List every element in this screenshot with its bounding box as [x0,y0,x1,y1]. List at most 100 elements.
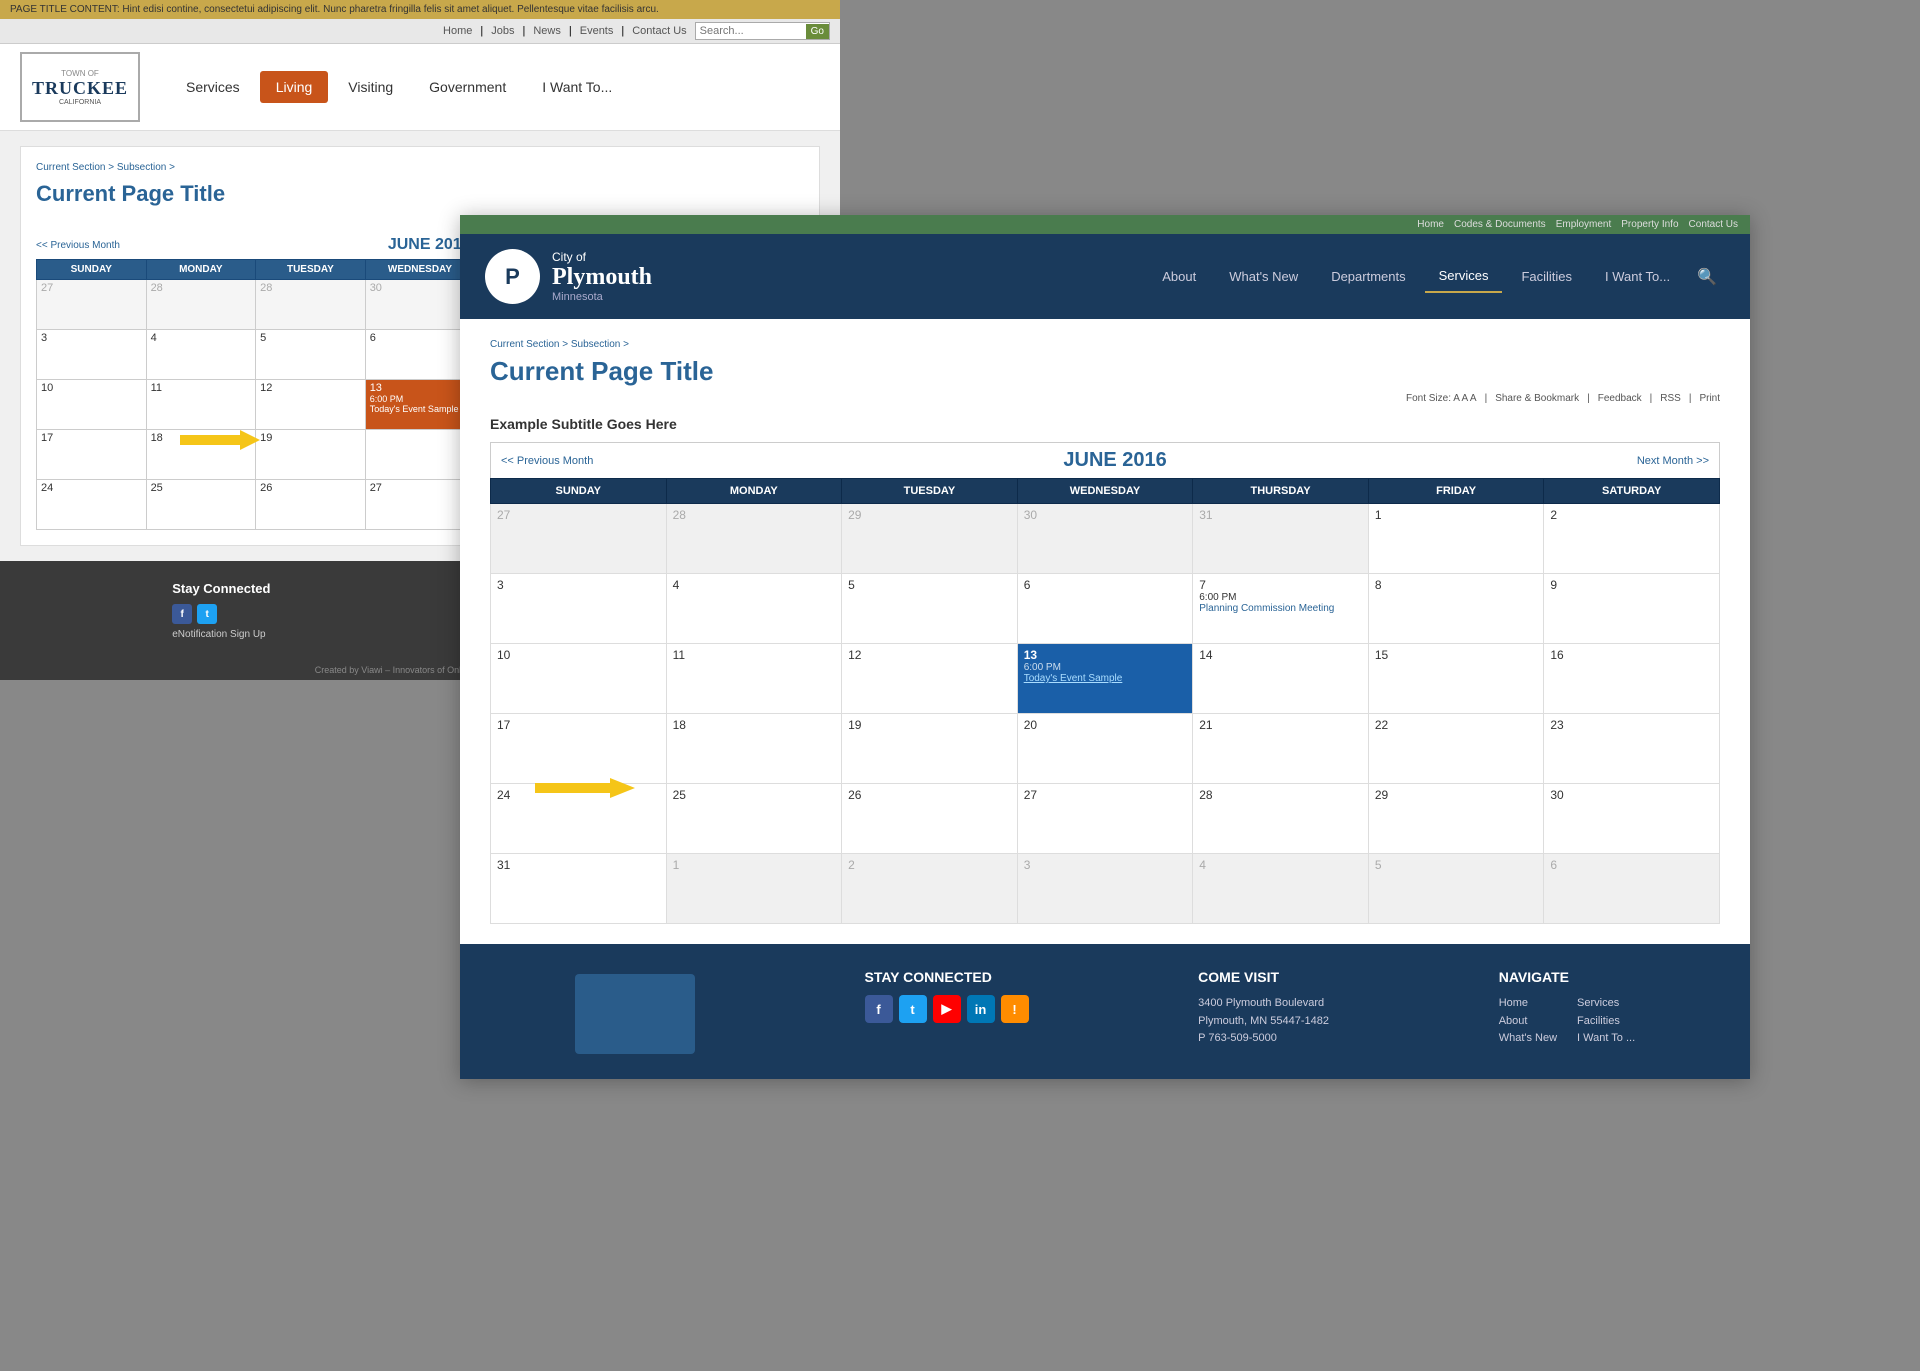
table-row: 24 25 26 27 28 29 30 [491,784,1720,854]
cal-cell: 31 [491,854,667,924]
plym-feedback-btn[interactable]: Feedback [1598,393,1642,404]
cal-cell: 14 [1193,644,1369,714]
truckee-home-link[interactable]: Home [443,25,472,37]
plym-share-btn[interactable]: Share & Bookmark [1495,393,1579,404]
cal-cell: 4 [1193,854,1369,924]
truckee-top-bar-text: PAGE TITLE CONTENT: Hint edisi contine, … [10,4,659,15]
arrow-left [180,425,260,455]
plymouth-panel: Home Codes & Documents Employment Proper… [460,215,1750,1079]
cal-cell-today: 13 6:00 PM Today's Event Sample [1017,644,1193,714]
plym-facebook-icon[interactable]: f [865,995,893,1023]
truckee-nav-government[interactable]: Government [413,71,522,103]
table-row: 3 4 5 6 7 6:00 PM Planning Commission Me… [491,574,1720,644]
cal-cell: 23 [1544,714,1720,784]
plym-navigate-title: NAVIGATE [1499,969,1635,985]
plym-print-btn[interactable]: Print [1699,393,1720,404]
plym-rss-btn[interactable]: RSS [1660,393,1681,404]
cal-cell: 30 [1017,504,1193,574]
plym-footer-services-link[interactable]: Services [1577,995,1635,1013]
cal-cell: 22 [1368,714,1544,784]
plym-nav-whatsnew[interactable]: What's New [1215,261,1312,292]
truckee-twitter-icon[interactable]: t [197,604,217,624]
plym-alert-icon[interactable]: ! [1001,995,1029,1023]
truckee-nav-iwantto[interactable]: I Want To... [526,71,628,103]
truckee-nav: Services Living Visiting Government I Wa… [170,71,628,103]
cal-cell: 28 [256,280,366,330]
plym-month-title: JUNE 2016 [1063,449,1166,472]
truckee-news-link[interactable]: News [533,25,561,37]
cal-cell: 24 [37,480,147,530]
plym-next-month[interactable]: Next Month >> [1637,455,1709,467]
plym-planning-event-link[interactable]: Planning Commission Meeting [1199,603,1362,614]
cal-cell: 1 [1368,504,1544,574]
truckee-utility-bar: Home | Jobs | News | Events | Contact Us… [0,19,840,44]
plym-contact-link[interactable]: Contact Us [1689,219,1738,230]
plym-day-thu: THURSDAY [1193,479,1369,504]
plym-footer-home-link[interactable]: Home [1499,995,1557,1013]
plym-footer-whatsnew-link[interactable]: What's New [1499,1030,1557,1048]
truckee-event-link[interactable]: Today's Event Sample [370,404,471,414]
plym-nav-services[interactable]: Services [1425,260,1503,293]
plym-nav-iwantto[interactable]: I Want To... [1591,261,1684,292]
truckee-nav-living[interactable]: Living [260,71,329,103]
truckee-contact-link[interactable]: Contact Us [632,25,686,37]
plym-footer-about-link[interactable]: About [1499,1013,1557,1031]
plym-day-sun: SUNDAY [491,479,667,504]
truckee-events-link[interactable]: Events [580,25,614,37]
cal-cell: 28 [146,280,256,330]
plym-toolbar: Font Size: A A A | Share & Bookmark | Fe… [490,393,1720,404]
truckee-search-input[interactable] [696,23,806,39]
truckee-facebook-icon[interactable]: f [172,604,192,624]
cal-cell: 4 [146,330,256,380]
plym-top-bar: Home Codes & Documents Employment Proper… [460,215,1750,234]
cal-cell: 18 [666,714,842,784]
plym-youtube-icon[interactable]: ▶ [933,995,961,1023]
truckee-page-title: Current Page Title [36,181,804,207]
plym-twitter-icon[interactable]: t [899,995,927,1023]
plym-breadcrumb: Current Section > Subsection > [490,339,1720,350]
plym-codes-link[interactable]: Codes & Documents [1454,219,1546,230]
cal-cell: 30 [365,280,475,330]
truckee-day-wed: WEDNESDAY [365,260,475,280]
table-row: 31 1 2 3 4 5 6 [491,854,1720,924]
truckee-search-button[interactable]: Go [806,24,829,39]
truckee-jobs-link[interactable]: Jobs [491,25,514,37]
plym-today-event-link[interactable]: Today's Event Sample [1024,673,1187,684]
truckee-prev-month[interactable]: << Previous Month [36,240,120,251]
cal-cell: 8 [1368,574,1544,644]
cal-cell: 29 [1368,784,1544,854]
plym-linkedin-icon[interactable]: in [967,995,995,1023]
cal-cell: 2 [1544,504,1720,574]
plym-social-icons: f t ▶ in ! [865,995,1029,1023]
truckee-search-box: Go [695,22,830,40]
truckee-day-tue: TUESDAY [256,260,366,280]
plym-nav-departments[interactable]: Departments [1317,261,1419,292]
plym-day-mon: MONDAY [666,479,842,504]
cal-cell: 3 [491,574,667,644]
cal-cell: 9 [1544,574,1720,644]
plym-employment-link[interactable]: Employment [1556,219,1612,230]
truckee-nav-services[interactable]: Services [170,71,256,103]
plym-footer-facilities-link[interactable]: Facilities [1577,1013,1635,1031]
cal-cell: 20 [1017,714,1193,784]
truckee-enotification-link[interactable]: eNotification Sign Up [172,629,270,640]
cal-cell: 4 [666,574,842,644]
cal-cell: 10 [37,380,147,430]
plym-property-link[interactable]: Property Info [1621,219,1678,230]
truckee-nav-visiting[interactable]: Visiting [332,71,409,103]
cal-cell: 10 [491,644,667,714]
plym-footer-iwantto-link[interactable]: I Want To ... [1577,1030,1635,1048]
plym-prev-month[interactable]: << Previous Month [501,455,593,467]
truckee-stay-connected-title: Stay Connected [172,581,270,596]
plym-search-icon[interactable]: 🔍 [1689,259,1725,295]
plym-nav-about[interactable]: About [1148,261,1210,292]
plym-nav-facilities[interactable]: Facilities [1507,261,1586,292]
cal-cell: 21 [1193,714,1369,784]
cal-cell: 5 [256,330,366,380]
truckee-month-title: JUNE 2015 [388,236,471,254]
cal-cell: 6 [1544,854,1720,924]
plym-subtitle: Example Subtitle Goes Here [490,416,1720,432]
plym-home-link[interactable]: Home [1417,219,1444,230]
cal-cell: 30 [1544,784,1720,854]
plym-content: Current Section > Subsection > Current P… [460,319,1750,944]
